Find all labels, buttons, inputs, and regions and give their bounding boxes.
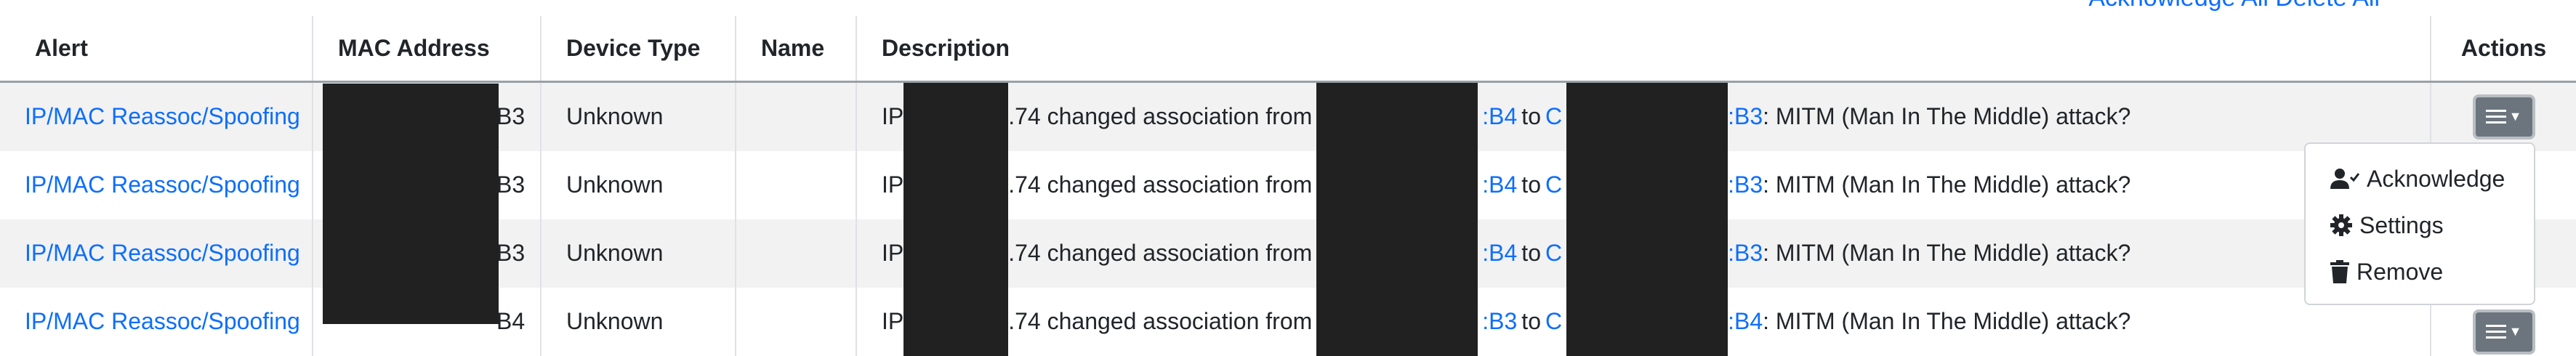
desc-ip-suffix: .74 changed association from bbox=[1008, 240, 1313, 266]
redacted-ip bbox=[903, 287, 1009, 356]
desc-to-prefix[interactable]: C bbox=[1545, 240, 1562, 267]
desc-to-prefix[interactable]: C bbox=[1545, 308, 1562, 335]
desc-ip-prefix: IP bbox=[882, 308, 904, 334]
alert-type-link[interactable]: IP/MAC Reassoc/Spoofing bbox=[25, 240, 300, 266]
description-cell: IP .74 changed association from :B4 to C… bbox=[856, 219, 2431, 288]
desc-to: to bbox=[1521, 171, 1541, 198]
name-cell bbox=[735, 150, 856, 219]
name-cell bbox=[735, 287, 856, 356]
desc-to-prefix[interactable]: C bbox=[1545, 171, 1562, 198]
dropdown-item-acknowledge[interactable]: Acknowledge bbox=[2306, 155, 2534, 202]
actions-cell: ▼ bbox=[2430, 81, 2576, 151]
list-icon bbox=[2485, 324, 2506, 339]
alert-type-link[interactable]: IP/MAC Reassoc/Spoofing bbox=[25, 308, 300, 334]
dropdown-item-label: Settings bbox=[2359, 211, 2444, 238]
device-type-cell: Unknown bbox=[540, 81, 736, 151]
redacted-ip bbox=[903, 219, 1009, 288]
desc-tail: : MITM (Man In The Middle) attack? bbox=[1763, 171, 2131, 198]
trash-icon bbox=[2330, 260, 2349, 283]
col-header-device-type[interactable]: Device Type bbox=[540, 16, 736, 83]
redacted-to-mac bbox=[1566, 150, 1728, 219]
col-header-actions: Actions bbox=[2430, 16, 2576, 83]
desc-ip-suffix: .74 changed association from bbox=[1008, 308, 1313, 334]
name-cell bbox=[735, 81, 856, 151]
alert-type-link[interactable]: IP/MAC Reassoc/Spoofing bbox=[25, 171, 300, 198]
dropdown-item-settings[interactable]: Settings bbox=[2306, 202, 2534, 248]
desc-from-mac-link[interactable]: :B4 bbox=[1482, 103, 1517, 130]
device-type-cell: Unknown bbox=[540, 287, 736, 356]
gear-icon bbox=[2330, 214, 2352, 236]
desc-ip-prefix: IP bbox=[882, 103, 904, 129]
mac-suffix: B4 bbox=[496, 308, 526, 334]
col-header-mac[interactable]: MAC Address bbox=[312, 16, 541, 83]
top-bulk-actions-link[interactable]: Acknowledge All Delete All bbox=[2088, 0, 2380, 12]
actions-menu-button[interactable]: ▼ bbox=[2472, 94, 2535, 139]
redacted-ip bbox=[903, 82, 1009, 151]
list-icon bbox=[2485, 109, 2506, 124]
redacted-to-mac bbox=[1566, 82, 1728, 151]
desc-ip-prefix: IP bbox=[882, 240, 904, 266]
alert-type-link[interactable]: IP/MAC Reassoc/Spoofing bbox=[25, 103, 300, 129]
dropdown-item-label: Acknowledge bbox=[2367, 165, 2505, 192]
desc-tail: : MITM (Man In The Middle) attack? bbox=[1763, 240, 2131, 266]
redacted-ip bbox=[903, 150, 1009, 219]
dropdown-item-label: Remove bbox=[2356, 258, 2444, 285]
top-links-strip: Acknowledge All Delete All bbox=[0, 0, 2576, 16]
desc-from-mac-link[interactable]: :B3 bbox=[1482, 308, 1517, 335]
name-cell bbox=[735, 219, 856, 288]
redacted-from-mac bbox=[1316, 219, 1478, 288]
mac-suffix: B3 bbox=[496, 240, 526, 266]
desc-to-prefix[interactable]: C bbox=[1545, 103, 1562, 130]
desc-from-mac-link[interactable]: :B4 bbox=[1482, 171, 1517, 198]
actions-menu-button[interactable]: ▼ bbox=[2472, 309, 2535, 355]
desc-ip-prefix: IP bbox=[882, 171, 904, 198]
desc-ip-suffix: .74 changed association from bbox=[1008, 171, 1313, 198]
desc-ip-suffix: .74 changed association from bbox=[1008, 103, 1313, 129]
table-header-row: Alert MAC Address Device Type Name Descr… bbox=[0, 16, 2576, 83]
redacted-from-mac bbox=[1316, 82, 1478, 151]
col-header-alert[interactable]: Alert bbox=[0, 16, 313, 83]
desc-to-mac-link[interactable]: :B3 bbox=[1728, 240, 1763, 267]
desc-to: to bbox=[1521, 308, 1541, 334]
redacted-to-mac bbox=[1566, 219, 1728, 288]
desc-to: to bbox=[1521, 240, 1541, 266]
desc-to: to bbox=[1521, 103, 1541, 129]
description-cell: IP .74 changed association from :B4 to C… bbox=[856, 81, 2431, 151]
device-type-cell: Unknown bbox=[540, 150, 736, 219]
redacted-from-mac bbox=[1316, 287, 1478, 356]
dropdown-item-remove[interactable]: Remove bbox=[2306, 248, 2534, 295]
col-header-description[interactable]: Description bbox=[856, 16, 2431, 83]
desc-to-mac-link[interactable]: :B3 bbox=[1728, 171, 1763, 198]
redacted-to-mac bbox=[1566, 287, 1728, 356]
caret-down-icon: ▼ bbox=[2508, 109, 2522, 124]
description-cell: IP .74 changed association from :B3 to C… bbox=[856, 287, 2431, 356]
desc-tail: : MITM (Man In The Middle) attack? bbox=[1763, 308, 2131, 334]
mac-suffix: B3 bbox=[496, 171, 526, 198]
redacted-mac-column bbox=[323, 84, 499, 324]
caret-down-icon: ▼ bbox=[2508, 324, 2522, 339]
actions-dropdown-menu: Acknowledge Settings Remove bbox=[2304, 142, 2535, 305]
mac-suffix: B3 bbox=[496, 103, 526, 129]
col-header-name[interactable]: Name bbox=[735, 16, 856, 83]
user-check-icon bbox=[2330, 169, 2359, 189]
desc-to-mac-link[interactable]: :B3 bbox=[1728, 103, 1763, 130]
description-cell: IP .74 changed association from :B4 to C… bbox=[856, 150, 2431, 219]
desc-from-mac-link[interactable]: :B4 bbox=[1482, 240, 1517, 267]
device-type-cell: Unknown bbox=[540, 219, 736, 288]
redacted-from-mac bbox=[1316, 150, 1478, 219]
desc-tail: : MITM (Man In The Middle) attack? bbox=[1763, 103, 2131, 129]
desc-to-mac-link[interactable]: :B4 bbox=[1728, 308, 1763, 335]
